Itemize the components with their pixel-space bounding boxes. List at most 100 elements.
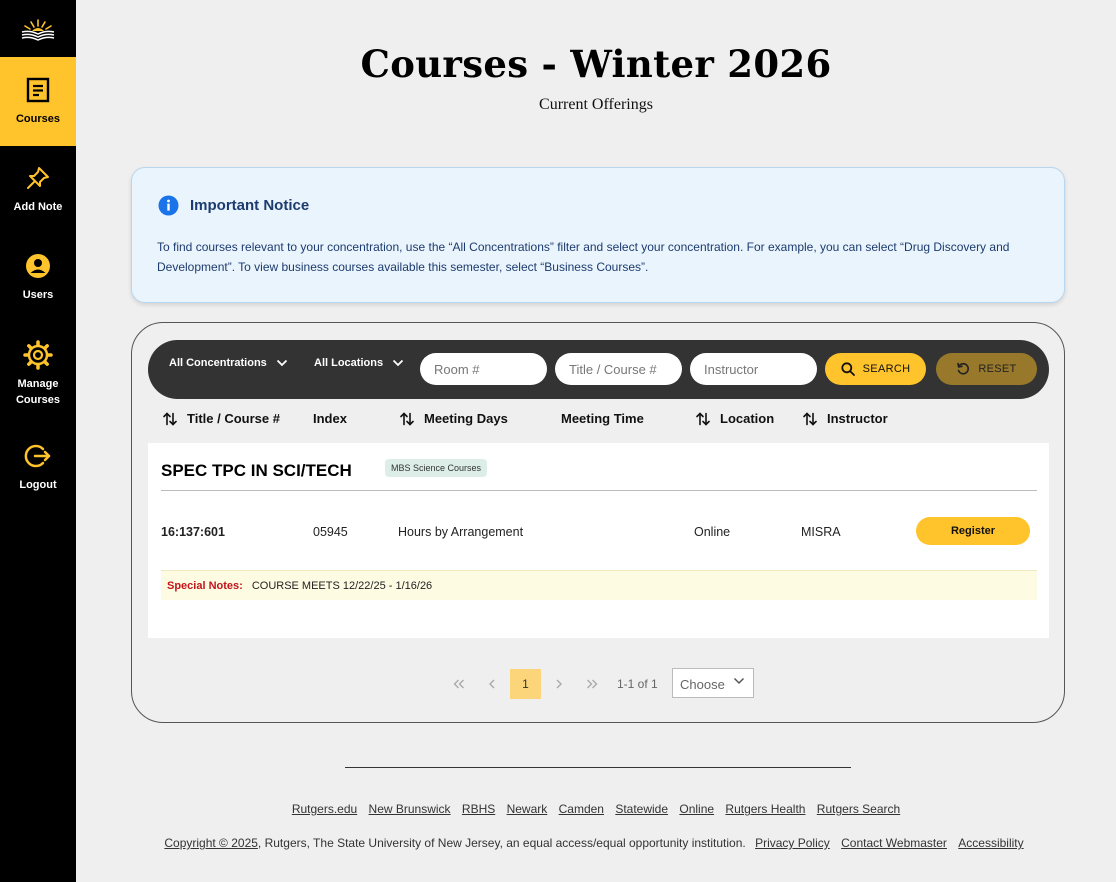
copyright-link[interactable]: Copyright © 2025 [164,836,258,850]
page-1-button[interactable]: 1 [510,669,541,699]
footer-link-rbhs[interactable]: RBHS [462,802,495,816]
nav-add-note[interactable]: Add Note [0,146,76,234]
logo [0,0,76,57]
search-button[interactable]: SEARCH [825,353,926,385]
footer-link-camden[interactable]: Camden [559,802,604,816]
search-icon [841,362,855,376]
page-size-select[interactable]: Choose [672,668,754,698]
title-course-input[interactable] [555,353,682,385]
special-notes: Special Notes: COURSE MEETS 12/22/25 - 1… [161,570,1037,600]
column-header-time-label: Meeting Time [561,411,644,426]
last-page-button[interactable] [583,668,601,699]
user-icon [26,254,50,278]
nav-logout-label: Logout [19,479,57,491]
column-header-title[interactable]: Title / Course # [163,411,280,426]
chevron-down-icon [276,359,287,367]
pin-icon [27,167,49,189]
nav-courses[interactable]: Courses [0,57,76,146]
reset-button[interactable]: RESET [936,353,1037,385]
footer-link-new-brunswick[interactable]: New Brunswick [369,802,451,816]
footer-link-rutgers-health[interactable]: Rutgers Health [725,802,805,816]
location-dropdown[interactable]: All Locations [314,357,404,369]
chevron-down-icon [733,677,745,685]
column-header-location-label: Location [720,411,775,426]
notice-title: Important Notice [190,197,310,214]
gear-icon [23,339,53,370]
footer-links: Rutgers.edu New Brunswick RBHS Newark Ca… [76,802,1116,816]
page-size-value: Choose [680,677,725,692]
page-subtitle: Current Offerings [539,96,653,113]
instructor-input[interactable] [690,353,817,385]
location-dropdown-value: All Locations [314,357,384,369]
footer-link-statewide[interactable]: Statewide [615,802,668,816]
room-input[interactable] [420,353,547,385]
column-header-time: Meeting Time [561,411,644,426]
notice-header: Important Notice [158,195,309,216]
double-chevron-right-icon [587,679,598,688]
course-number: 16:137:601 [161,525,225,539]
courses-panel: All Concentrations All Locations SEARCH … [131,322,1065,723]
column-header-instructor-label: Instructor [827,411,888,426]
course-results: SPEC TPC IN SCI/TECH MBS Science Courses… [148,443,1049,638]
pagination: 1 1-1 of 1 Choose [132,668,1064,699]
nav-users-label: Users [22,289,54,301]
open-book-logo-icon [21,18,55,41]
column-header-days-label: Meeting Days [424,411,508,426]
nav-users[interactable]: Users [0,234,76,322]
next-page-button[interactable] [551,668,567,699]
register-button[interactable]: Register [916,517,1030,545]
footer-divider [345,767,851,768]
column-header-title-label: Title / Course # [187,411,280,426]
previous-page-button[interactable] [484,668,500,699]
course-location: Online [694,525,731,539]
reset-icon [957,362,970,375]
concentration-dropdown-value: All Concentrations [169,357,267,369]
footer-link-newark[interactable]: Newark [507,802,548,816]
course-category-tag: MBS Science Courses [385,459,488,477]
copyright: Copyright © 2025, Rutgers, The State Uni… [76,836,1116,850]
footer-link-online[interactable]: Online [679,802,714,816]
contact-webmaster-link[interactable]: Contact Webmaster [841,836,947,850]
chevron-left-icon [489,679,495,688]
notice-body: To find courses relevant to your concent… [157,240,1010,274]
logout-icon [24,444,51,468]
double-chevron-left-icon [453,679,464,688]
divider [161,490,1037,491]
nav-logout[interactable]: Logout [0,425,76,511]
nav-manage-courses[interactable]: Manage Courses [0,322,76,425]
course-title: SPEC TPC IN SCI/TECH [161,461,352,480]
concentration-dropdown[interactable]: All Concentrations [169,357,288,369]
chevron-down-icon [392,359,404,367]
footer-link-rutgers-edu[interactable]: Rutgers.edu [292,802,357,816]
nav-add-note-label: Add Note [13,201,63,213]
document-icon [26,77,50,102]
course-meeting-days: Hours by Arrangement [398,525,524,539]
sort-icon [163,411,177,426]
column-header-location[interactable]: Location [696,411,774,426]
page-title: Courses - Winter 2026 [360,42,832,86]
important-notice: Important Notice To find courses relevan… [131,167,1065,303]
pagination-range: 1-1 of 1 [617,677,658,691]
reset-button-label: RESET [978,363,1017,375]
copyright-text: , Rutgers, The State University of New J… [257,836,746,850]
column-header-index-label: Index [313,411,347,426]
chevron-right-icon [556,679,562,688]
accessibility-link[interactable]: Accessibility [958,836,1023,850]
sort-icon [803,411,817,426]
sort-icon [400,411,414,426]
course-index: 05945 [313,525,348,539]
column-header-instructor[interactable]: Instructor [803,411,888,426]
first-page-button[interactable] [450,668,468,699]
special-notes-value: COURSE MEETS 12/22/25 - 1/16/26 [251,579,433,592]
info-icon [158,195,179,216]
privacy-policy-link[interactable]: Privacy Policy [755,836,830,850]
course-instructor: MISRA [801,525,841,539]
column-header-days[interactable]: Meeting Days [400,411,508,426]
search-button-label: SEARCH [862,363,911,375]
nav-courses-label: Courses [15,112,61,125]
footer-link-rutgers-search[interactable]: Rutgers Search [817,802,900,816]
column-header-index: Index [313,411,347,426]
sidebar: Courses Add Note Users Manage Courses Lo… [0,0,76,882]
sort-icon [696,411,710,426]
special-notes-label: Special Notes: [167,579,243,592]
